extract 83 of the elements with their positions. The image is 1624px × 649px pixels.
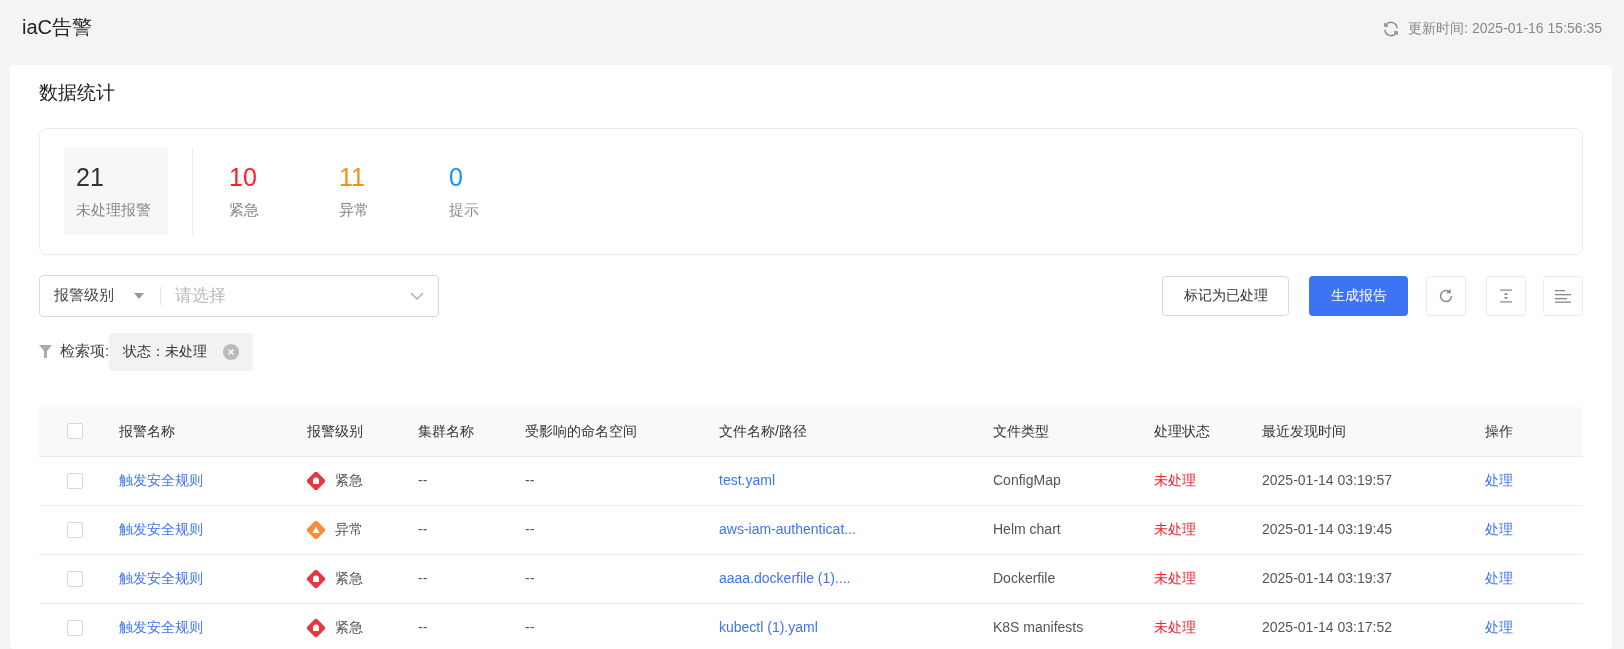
stat-label: 紧急 xyxy=(229,199,260,220)
checkbox[interactable] xyxy=(67,570,83,587)
mark-processed-button[interactable]: 标记为已处理 xyxy=(1162,275,1289,316)
stat-value: 21 xyxy=(76,161,105,193)
table-cell-text: 2025-01-14 03:17:52 xyxy=(1262,618,1393,637)
checkbox[interactable] xyxy=(67,521,83,538)
column-header: 处理状态 xyxy=(1154,421,1211,441)
alert-name-link[interactable]: 触发安全规则 xyxy=(119,470,307,491)
process-link[interactable]: 处理 xyxy=(1485,617,1582,638)
status-text: 未处理 xyxy=(1154,618,1197,637)
status-text: 未处理 xyxy=(1154,569,1197,588)
stat-item[interactable]: 0 提示 xyxy=(437,147,547,235)
stat-value: 10 xyxy=(229,161,258,193)
alert-name-link[interactable]: 触发安全规则 xyxy=(119,519,307,540)
filter-tag[interactable]: 状态：未处理 xyxy=(109,332,254,371)
process-link[interactable]: 处理 xyxy=(1485,519,1582,540)
status-text: 未处理 xyxy=(1154,520,1197,539)
chevron-down-icon xyxy=(410,291,424,300)
file-link[interactable]: kubectl (1).yaml xyxy=(719,617,993,638)
filter-input[interactable]: 请选择 xyxy=(175,282,410,309)
table-cell-text: -- xyxy=(525,569,536,588)
table-cell-text: 2025-01-14 03:19:37 xyxy=(1262,569,1393,588)
stat-item[interactable]: 11 异常 xyxy=(327,147,437,235)
page-title: iaC告警 xyxy=(22,15,92,40)
checkbox[interactable] xyxy=(67,423,83,439)
status-text: 未处理 xyxy=(1154,471,1197,490)
stat-item[interactable]: 21 未处理报警 xyxy=(64,147,168,235)
checkbox[interactable] xyxy=(67,619,83,636)
column-header: 操作 xyxy=(1485,421,1514,441)
table-cell-text: -- xyxy=(418,520,429,539)
column-header: 报警名称 xyxy=(119,421,176,441)
row-height-icon xyxy=(1499,288,1513,303)
column-settings-button[interactable] xyxy=(1543,275,1583,316)
table-cell-text: 2025-01-14 03:19:45 xyxy=(1262,520,1393,539)
section-title: 数据统计 xyxy=(39,81,116,105)
column-header: 文件类型 xyxy=(993,421,1050,441)
align-left-icon xyxy=(1555,288,1571,303)
table-cell-text: 2025-01-14 03:19:57 xyxy=(1262,471,1393,490)
filter-icon xyxy=(39,345,52,358)
generate-report-button[interactable]: 生成报告 xyxy=(1309,275,1408,316)
row-density-button[interactable] xyxy=(1486,275,1526,316)
file-link[interactable]: aws-iam-authenticat... xyxy=(719,519,993,540)
stat-label: 异常 xyxy=(339,199,370,220)
stat-value: 11 xyxy=(339,161,366,193)
stat-label: 提示 xyxy=(449,199,480,220)
table-cell-text: 紧急 xyxy=(335,471,363,490)
filter-field-label: 报警级别 xyxy=(54,285,114,306)
table-cell-text: Helm chart xyxy=(993,520,1062,539)
refresh-icon xyxy=(1438,287,1454,304)
file-link[interactable]: test.yaml xyxy=(719,470,993,491)
refresh-icon[interactable] xyxy=(1382,19,1401,38)
process-link[interactable]: 处理 xyxy=(1485,568,1582,589)
process-link[interactable]: 处理 xyxy=(1485,470,1582,491)
alert-name-link[interactable]: 触发安全规则 xyxy=(119,617,307,638)
checkbox[interactable] xyxy=(67,472,83,489)
stat-item[interactable]: 10 紧急 xyxy=(217,147,327,235)
refresh-button[interactable] xyxy=(1426,275,1466,316)
alert-name-link[interactable]: 触发安全规则 xyxy=(119,568,307,589)
table-cell-text: -- xyxy=(525,471,536,490)
table-cell-text: K8S manifests xyxy=(993,618,1085,637)
column-header: 文件名称/路径 xyxy=(719,421,808,441)
stat-value: 0 xyxy=(449,161,464,193)
dropdown-triangle-icon xyxy=(134,292,144,299)
table-cell-text: 紧急 xyxy=(335,569,363,588)
level-filter-select[interactable]: 报警级别 请选择 xyxy=(39,274,439,317)
table-cell-text: -- xyxy=(418,569,429,588)
close-icon[interactable] xyxy=(223,343,240,360)
table-cell-text: -- xyxy=(525,520,536,539)
table-cell-text: ConfigMap xyxy=(993,471,1062,490)
column-header: 集群名称 xyxy=(418,421,475,441)
table-cell-text: 异常 xyxy=(335,520,363,539)
table-cell-text: 紧急 xyxy=(335,618,363,637)
update-time: 更新时间: 2025-01-16 15:56:35 xyxy=(1408,19,1602,38)
file-link[interactable]: aaaa.dockerfile (1).... xyxy=(719,568,993,589)
table-cell-text: Dockerfile xyxy=(993,569,1057,588)
table-cell-text: -- xyxy=(525,618,536,637)
table-cell-text: -- xyxy=(418,471,429,490)
column-header: 最近发现时间 xyxy=(1262,421,1347,441)
table-cell-text: -- xyxy=(418,618,429,637)
column-header: 受影响的命名空间 xyxy=(525,421,638,441)
column-header: 报警级别 xyxy=(307,421,364,441)
search-items-label: 检索项: xyxy=(60,341,110,362)
stat-label: 未处理报警 xyxy=(76,199,152,220)
